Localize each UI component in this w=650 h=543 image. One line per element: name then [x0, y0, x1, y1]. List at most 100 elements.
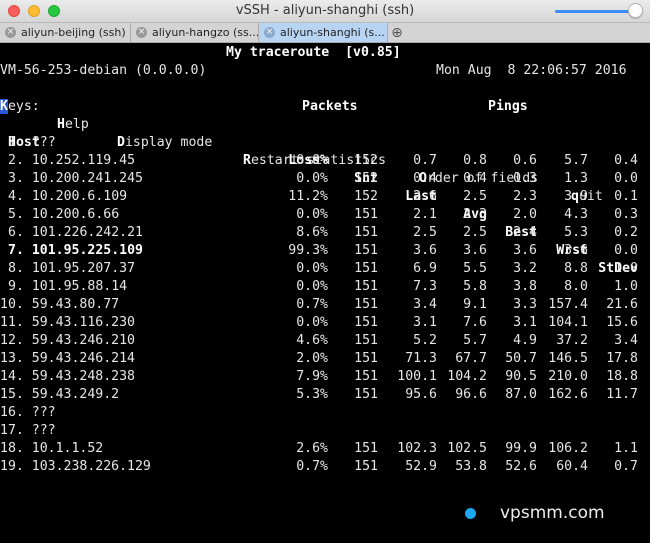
- hop-loss: 0.7%: [296, 297, 328, 312]
- hop-wrst: 8.8: [564, 261, 588, 276]
- hop-snt: 151: [354, 441, 378, 456]
- hop-loss: 0.0%: [296, 153, 328, 168]
- hop-best: 50.7: [505, 351, 537, 366]
- hop-host: 7. 101.95.225.109: [8, 243, 143, 258]
- table-row: 2. 10.252.119.45 0.0% 152 0.7 0.8 0.6 5.7 0.4: [0, 152, 650, 170]
- hop-last: 3.4: [413, 297, 437, 312]
- hop-loss: 0.0%: [296, 207, 328, 222]
- hop-avg: 96.6: [455, 387, 487, 402]
- hop-stdev: 0.7: [614, 459, 638, 474]
- hop-wrst: 3.6: [564, 243, 588, 258]
- hop-best: 0.6: [513, 153, 537, 168]
- hop-stdev: 0.3: [614, 207, 638, 222]
- hop-host: 8. 101.95.207.37: [8, 261, 136, 276]
- window-titlebar: vSSH - aliyun-shanghi (ssh): [0, 0, 650, 23]
- hop-avg: 67.7: [455, 351, 487, 366]
- hop-avg: 2.5: [463, 225, 487, 240]
- table-row: 8. 101.95.207.37 0.0% 151 6.9 5.5 3.2 8.8 1.0: [0, 260, 650, 278]
- hop-wrst: 3.9: [564, 189, 588, 204]
- hop-host: 16. ???: [0, 405, 56, 420]
- hop-snt: 151: [354, 261, 378, 276]
- table-row: 4. 10.200.6.109 11.2% 152 2.6 2.5 2.3 3.9 0.1: [0, 188, 650, 206]
- hop-stdev: 0.2: [614, 225, 638, 240]
- table-row: 19. 103.238.226.129 0.7% 151 52.9 53.8 52.6 60…: [0, 458, 650, 476]
- hop-last: 95.6: [405, 387, 437, 402]
- close-tab-icon[interactable]: ×: [5, 27, 16, 38]
- hop-stdev: 0.1: [614, 189, 638, 204]
- add-tab-icon[interactable]: ⊕: [388, 23, 406, 42]
- keys-label: Keys:: [0, 99, 40, 114]
- close-tab-icon[interactable]: ×: [136, 27, 147, 38]
- hop-snt: 151: [354, 351, 378, 366]
- hop-wrst: 8.0: [564, 279, 588, 294]
- hop-host: 17. ???: [0, 423, 56, 438]
- hop-host: 12. 59.43.246.210: [0, 333, 135, 348]
- hop-last: 2.1: [413, 207, 437, 222]
- hop-host: 1. ???: [8, 135, 56, 150]
- hop-best: 3.1: [513, 315, 537, 330]
- hop-wrst: 5.7: [564, 153, 588, 168]
- hop-avg: 3.6: [463, 243, 487, 258]
- transparency-slider[interactable]: [555, 3, 643, 18]
- hop-stdev: 21.6: [606, 297, 638, 312]
- hop-last: 5.2: [413, 333, 437, 348]
- hop-host: 15. 59.43.249.2: [0, 387, 120, 402]
- hop-loss: 4.6%: [296, 333, 328, 348]
- hop-loss: 2.0%: [296, 351, 328, 366]
- hop-best: 2.3: [513, 189, 537, 204]
- program-title: My traceroute [v0.85]: [226, 45, 401, 60]
- hop-avg: 2.3: [463, 207, 487, 222]
- hop-last: 71.3: [405, 351, 437, 366]
- watermark-dot-icon: [465, 507, 476, 519]
- tab-label: aliyun-hangzo (ss...: [152, 26, 259, 39]
- hop-stdev: 1.0: [614, 279, 638, 294]
- hop-best: 3.2: [513, 261, 537, 276]
- hop-host: 9. 101.95.88.14: [8, 279, 128, 294]
- slider-knob[interactable]: [628, 3, 643, 18]
- hop-last: 100.1: [397, 369, 437, 384]
- hop-loss: 0.0%: [296, 315, 328, 330]
- hop-stdev: 0.0: [614, 171, 638, 186]
- tab-bar: × aliyun-beijing (ssh) × aliyun-hangzo (…: [0, 23, 650, 43]
- hop-stdev: 0.4: [614, 153, 638, 168]
- hop-stdev: 3.4: [614, 333, 638, 348]
- hop-last: 0.4: [413, 171, 437, 186]
- hop-wrst: 162.6: [548, 387, 588, 402]
- hop-avg: 5.8: [463, 279, 487, 294]
- hop-best: 87.0: [505, 387, 537, 402]
- hop-best: 2.0: [513, 207, 537, 222]
- hop-last: 7.3: [413, 279, 437, 294]
- hop-avg: 9.1: [463, 297, 487, 312]
- hop-stdev: 1.1: [614, 441, 638, 456]
- tab-aliyun-hangzo[interactable]: × aliyun-hangzo (ss...: [131, 23, 259, 42]
- hop-snt: 151: [354, 225, 378, 240]
- hop-wrst: 104.1: [548, 315, 588, 330]
- tab-aliyun-shanghi[interactable]: × aliyun-shanghi (s...: [259, 23, 388, 42]
- hop-snt: 151: [354, 207, 378, 222]
- hop-wrst: 5.3: [564, 225, 588, 240]
- hop-snt: 151: [354, 459, 378, 474]
- table-row: 9. 101.95.88.14 0.0% 151 7.3 5.8 3.8 8.0 1.0: [0, 278, 650, 296]
- hop-host: 5. 10.200.6.66: [8, 207, 120, 222]
- hop-host: 19. 103.238.226.129: [0, 459, 151, 474]
- hop-host: 6. 101.226.242.21: [8, 225, 143, 240]
- hop-best: 99.9: [505, 441, 537, 456]
- watermark: vpsmm.com: [465, 503, 605, 523]
- hop-loss: 7.9%: [296, 369, 328, 384]
- hop-loss: 11.2%: [288, 189, 328, 204]
- hop-loss: 0.0%: [296, 279, 328, 294]
- datetime: Mon Aug 8 22:06:57 2016: [436, 63, 627, 78]
- hop-avg: 104.2: [447, 369, 487, 384]
- hop-loss: 0.0%: [296, 261, 328, 276]
- hop-snt: 151: [354, 279, 378, 294]
- close-tab-icon[interactable]: ×: [264, 27, 275, 38]
- hop-loss: 5.3%: [296, 387, 328, 402]
- terminal-screen[interactable]: My traceroute [v0.85] VM-56-253-debian (…: [0, 43, 650, 543]
- hop-wrst: 60.4: [556, 459, 588, 474]
- hop-last: 6.9: [413, 261, 437, 276]
- hop-best: 3.3: [513, 297, 537, 312]
- hop-avg: 0.4: [463, 171, 487, 186]
- hop-wrst: 37.2: [556, 333, 588, 348]
- hop-avg: 2.5: [463, 189, 487, 204]
- tab-aliyun-beijing[interactable]: × aliyun-beijing (ssh): [0, 23, 131, 42]
